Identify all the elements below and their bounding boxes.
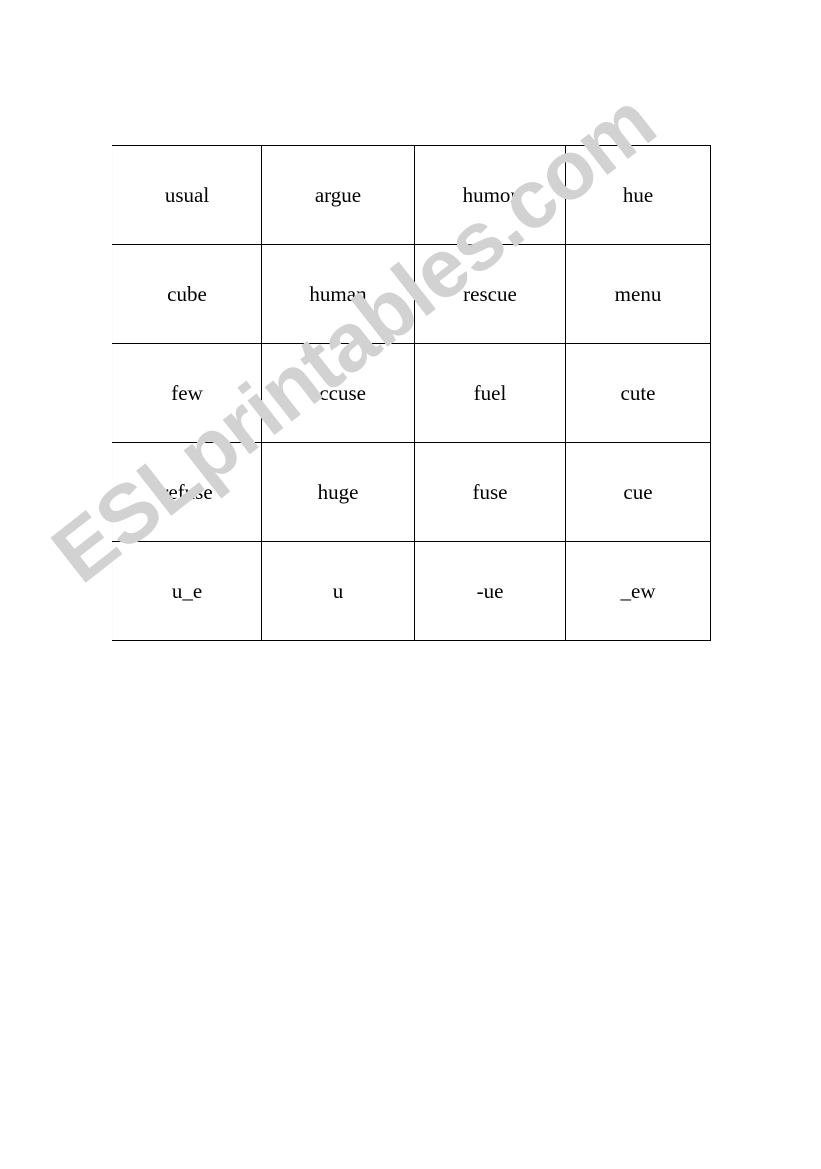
- cell-word: u_e: [171, 578, 203, 603]
- cell-word: argue: [314, 182, 362, 207]
- table-cell: rescue: [414, 244, 566, 344]
- table-row: usual argue humor hue: [112, 145, 711, 245]
- table-cell: few: [112, 343, 262, 443]
- cell-word: usual: [164, 182, 210, 207]
- table-cell: argue: [261, 145, 415, 245]
- table-cell: fuse: [414, 442, 566, 542]
- cell-word: refuse: [161, 479, 213, 504]
- cell-word: cute: [620, 380, 656, 405]
- table-cell: usual: [112, 145, 262, 245]
- table-cell: u: [261, 541, 415, 641]
- table-cell: huge: [261, 442, 415, 542]
- table-cell: refuse: [112, 442, 262, 542]
- table-cell: _ew: [565, 541, 711, 641]
- table-cell: humor: [414, 145, 566, 245]
- cell-word: human: [309, 281, 367, 306]
- table-cell: cube: [112, 244, 262, 344]
- table-row: refuse huge fuse cue: [112, 442, 711, 542]
- table-cell: menu: [565, 244, 711, 344]
- cell-word: humor: [462, 182, 518, 207]
- table-cell: hue: [565, 145, 711, 245]
- table-cell: human: [261, 244, 415, 344]
- cell-word: -ue: [476, 578, 504, 603]
- cell-word: _ew: [620, 578, 656, 603]
- cell-word: fuse: [472, 479, 508, 504]
- table-cell: accuse: [261, 343, 415, 443]
- table-cell: fuel: [414, 343, 566, 443]
- table-cell: u_e: [112, 541, 262, 641]
- cell-word: huge: [317, 479, 359, 504]
- table-cell: cute: [565, 343, 711, 443]
- cell-word: u: [332, 578, 344, 603]
- table-cell: cue: [565, 442, 711, 542]
- table-row: few accuse fuel cute: [112, 343, 711, 443]
- cell-word: menu: [614, 281, 662, 306]
- cell-word: fuel: [473, 380, 507, 405]
- table-row: cube human rescue menu: [112, 244, 711, 344]
- table-row: u_e u -ue _ew: [112, 541, 711, 641]
- cell-word: hue: [622, 182, 654, 207]
- cell-word: accuse: [310, 380, 366, 405]
- table-cell: -ue: [414, 541, 566, 641]
- word-sort-table: usual argue humor hue cube human rescue …: [112, 145, 711, 641]
- cell-word: rescue: [463, 281, 517, 306]
- cell-word: cube: [167, 281, 207, 306]
- cell-word: few: [171, 380, 203, 405]
- cell-word: cue: [623, 479, 653, 504]
